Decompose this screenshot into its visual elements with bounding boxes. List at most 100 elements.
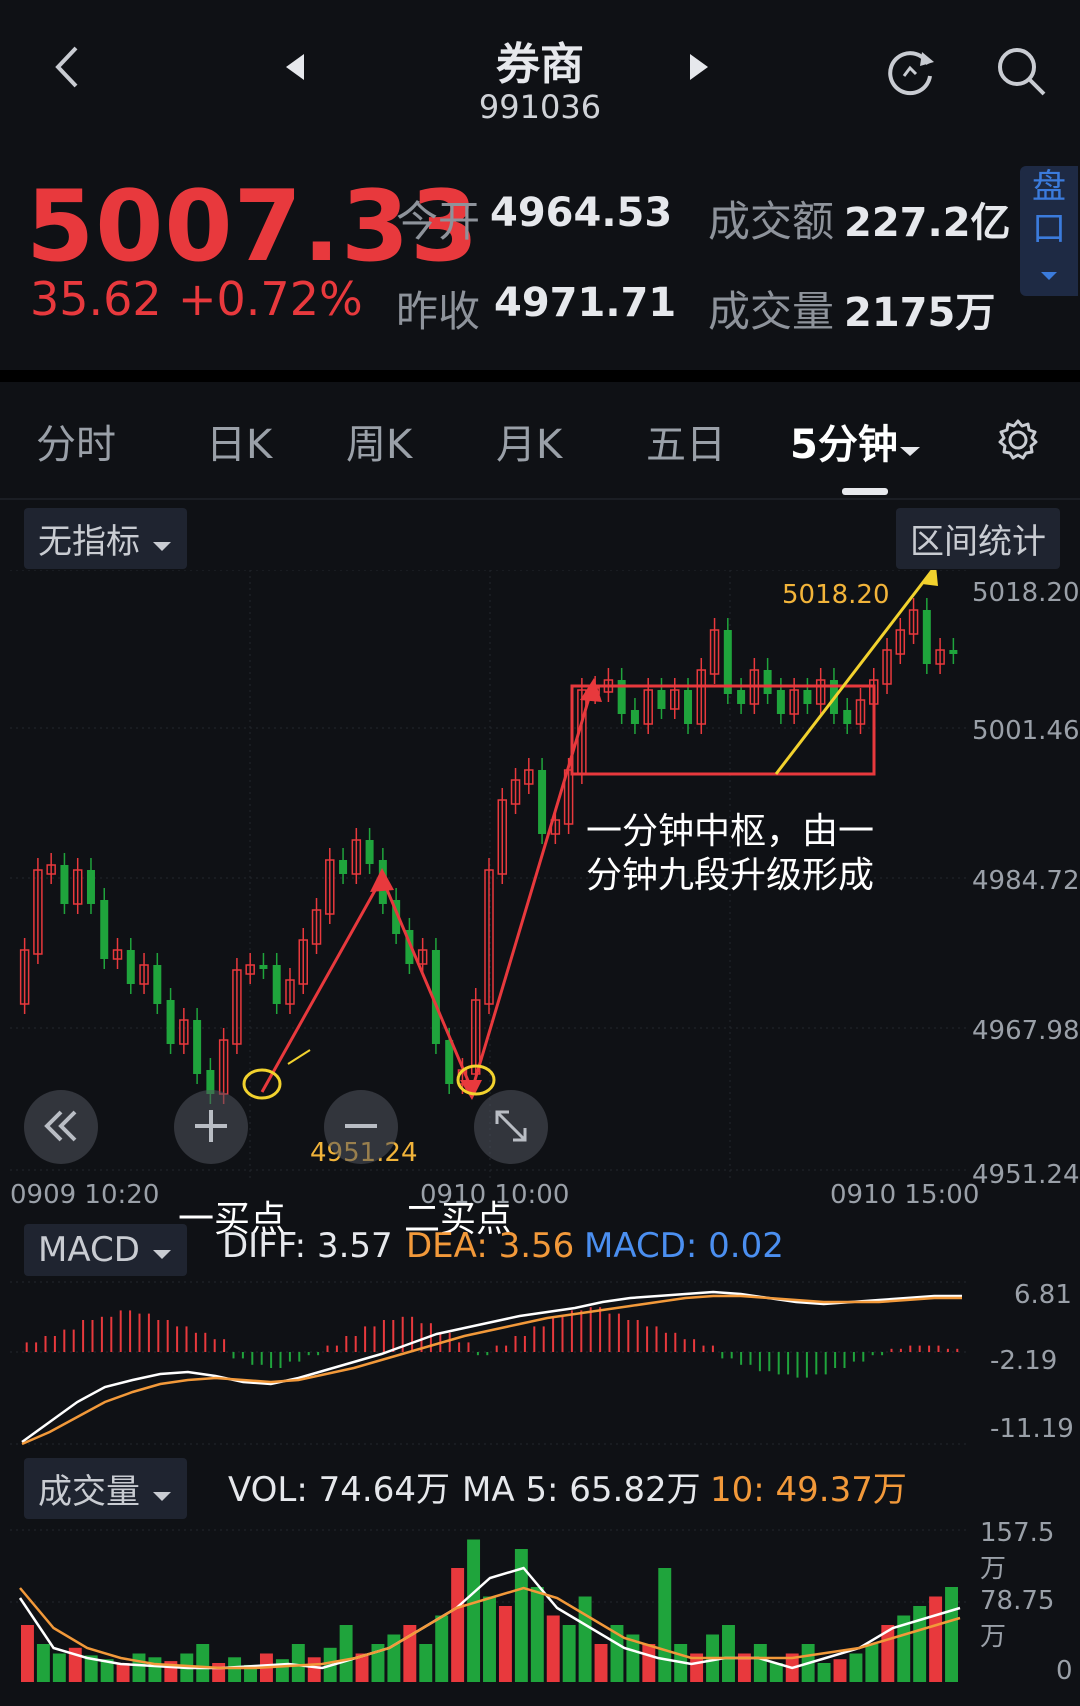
indicator-selector[interactable]: 无指标 [24, 508, 187, 569]
candle-body [339, 860, 348, 874]
volume-bar [642, 1644, 656, 1682]
fullscreen-button[interactable] [474, 1090, 548, 1164]
candle-body [259, 965, 268, 969]
tab-daily-k[interactable]: 日K [206, 412, 272, 470]
order-book-toggle[interactable]: 盘 口 [1020, 166, 1078, 296]
candle-body [153, 965, 162, 1004]
x-tick: 0909 10:20 [10, 1180, 160, 1210]
active-tab-indicator [842, 488, 888, 495]
macd-dea-value: DEA: 3.56 [406, 1226, 575, 1266]
triangle-right-icon [690, 54, 708, 80]
y-tick: 4951.24 [972, 1160, 1080, 1190]
scroll-left-button[interactable] [24, 1090, 98, 1164]
macd-selector-label: MACD [38, 1230, 140, 1270]
caret-down-icon [1041, 272, 1057, 280]
candle-body [843, 710, 852, 724]
candle-body [272, 965, 281, 1004]
range-stats-button[interactable]: 区间统计 [896, 508, 1060, 569]
candle-body [630, 710, 639, 724]
low-leader [287, 1049, 311, 1065]
candle-body [776, 690, 785, 714]
volume-bar [849, 1653, 863, 1682]
chart-settings-button[interactable] [996, 418, 1040, 466]
zoom-in-button[interactable] [174, 1090, 248, 1164]
next-stock-button[interactable] [688, 52, 710, 86]
open-label: 今开 [396, 197, 481, 246]
zoom-out-button[interactable] [324, 1090, 398, 1164]
caret-down-icon [152, 542, 171, 551]
order-book-label-1: 盘 [1032, 167, 1066, 207]
x-tick: 0910 15:00 [830, 1180, 980, 1210]
volume-bar [228, 1657, 242, 1682]
volume-bar [722, 1625, 735, 1682]
macd-diff-value: DIFF: 3.57 [222, 1226, 393, 1266]
refresh-button[interactable] [882, 44, 938, 104]
volume-bar [865, 1644, 879, 1682]
caret-down-icon [152, 1492, 171, 1501]
refresh-icon [888, 51, 934, 96]
volume-bar [36, 1644, 50, 1682]
volume-bar [451, 1568, 465, 1682]
volume-bar [435, 1615, 449, 1682]
search-button[interactable] [994, 44, 1048, 102]
volume-bar [307, 1657, 321, 1682]
candle-body [723, 630, 732, 694]
divider [0, 370, 1080, 382]
volume-bar [945, 1587, 958, 1682]
plus-icon [195, 1110, 227, 1142]
expand-icon [495, 1110, 527, 1142]
volume-value: 2175万 [844, 290, 996, 336]
volume-bar [530, 1587, 544, 1682]
candle-body [922, 610, 931, 664]
tab-5-minute[interactable]: 5分钟 [790, 412, 922, 470]
y-tick: 5018.20 [972, 578, 1080, 608]
search-icon [998, 48, 1046, 96]
macd-y-tick: -2.19 [990, 1346, 1058, 1376]
volume-bar [578, 1596, 592, 1682]
caret-down-icon [899, 447, 920, 456]
volume-bar [483, 1596, 496, 1682]
arrow-head [370, 868, 394, 892]
tab-5-minute-label: 5分钟 [790, 422, 898, 468]
volume-bar [658, 1568, 672, 1682]
vol-y-tick: 157.5万 [980, 1518, 1055, 1584]
macd-selector[interactable]: MACD [24, 1224, 187, 1276]
candle-body [86, 870, 95, 904]
candle-body [60, 865, 69, 904]
tab-weekly-k[interactable]: 周K [346, 412, 412, 470]
macd-y-tick: -11.19 [990, 1414, 1074, 1444]
caret-down-icon [152, 1250, 171, 1259]
volume-bar [562, 1625, 576, 1682]
tab-intraday[interactable]: 分时 [36, 412, 116, 470]
gear-icon [998, 419, 1038, 460]
volume-chart[interactable] [0, 1508, 1080, 1698]
order-book-label-2: 口 [1032, 209, 1066, 249]
amount-value: 227.2亿 [844, 200, 1011, 246]
diff-line [21, 1290, 962, 1444]
volume-bar [594, 1644, 608, 1682]
vol-value: VOL: 74.64万 [228, 1470, 450, 1510]
macd-chart[interactable] [0, 1272, 1080, 1450]
volume-bar [116, 1663, 130, 1682]
volume-bar [546, 1615, 560, 1682]
y-tick: 4984.72 [972, 866, 1080, 896]
price-change: 35.62 [30, 272, 162, 326]
high-price-label: 5018.20 [782, 580, 890, 610]
volume-bar [196, 1644, 210, 1682]
tab-five-day[interactable]: 五日 [646, 412, 726, 470]
macd-hist-value: MACD: 0.02 [584, 1226, 784, 1266]
candle-body [737, 690, 746, 704]
tab-monthly-k[interactable]: 月K [496, 412, 562, 470]
divider [0, 498, 1080, 500]
candle-body [166, 1000, 175, 1044]
amount-label: 成交额 [708, 197, 835, 246]
minus-icon [345, 1124, 377, 1128]
candle-body [193, 1020, 202, 1074]
pivot-box [570, 684, 876, 776]
candle-body [949, 650, 958, 654]
volume-selector-label: 成交量 [38, 1472, 140, 1512]
buy-point-1-marker [242, 1068, 282, 1100]
candle-body [538, 770, 547, 834]
volume-bar [212, 1663, 226, 1682]
volume-bar [498, 1606, 512, 1682]
